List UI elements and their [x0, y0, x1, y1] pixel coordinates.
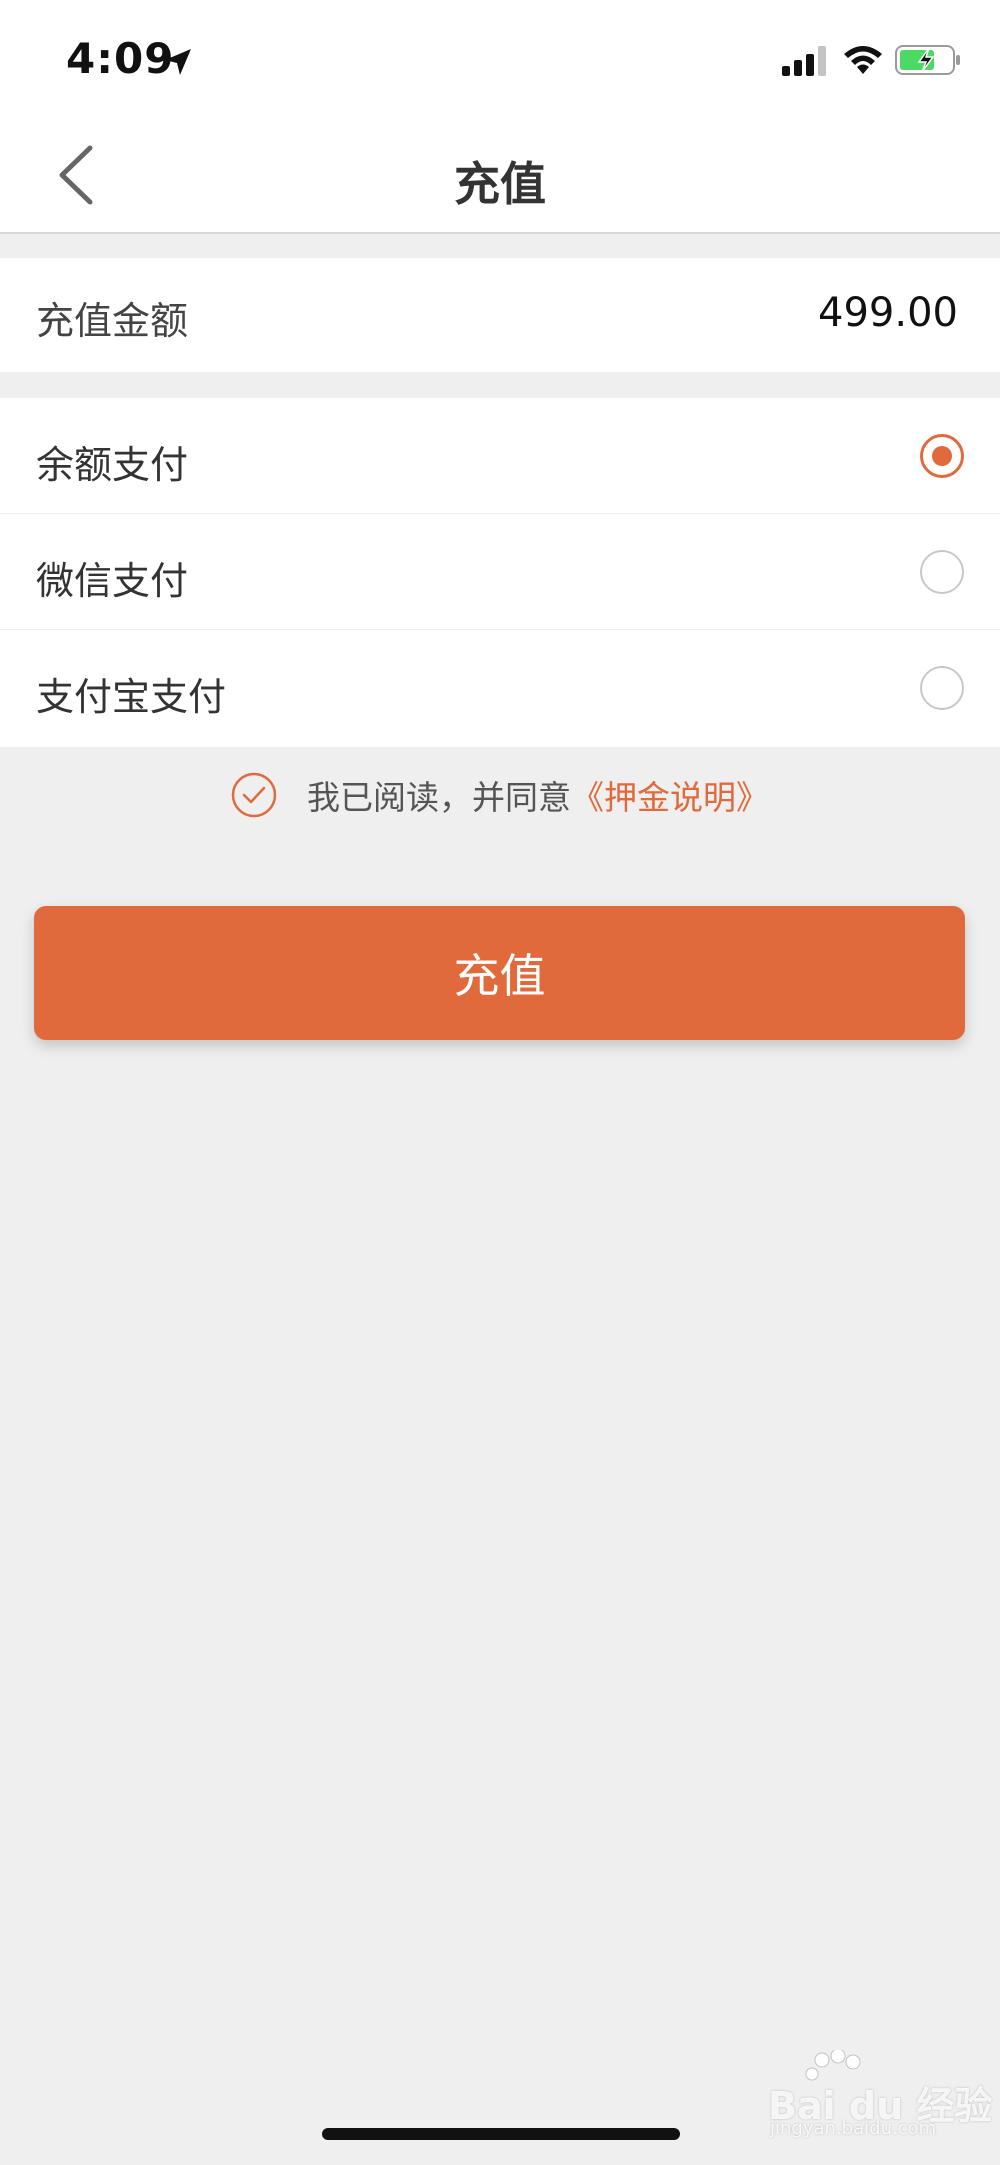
radio-checked-icon[interactable] [920, 434, 964, 478]
payment-option-label: 微信支付 [36, 559, 189, 603]
agreement-row: 我已阅读，并同意 《押金说明》 [0, 765, 1000, 825]
page-title: 充值 [454, 157, 546, 211]
signal-icon [782, 46, 826, 76]
deposit-terms-link[interactable]: 《押金说明》 [571, 771, 769, 819]
radio-unchecked-icon[interactable] [920, 666, 964, 710]
payment-option-wechat[interactable]: 微信支付 [0, 514, 1000, 630]
payment-option-alipay[interactable]: 支付宝支付 [0, 630, 1000, 747]
status-time: 4:09 [66, 34, 175, 83]
payment-option-label: 支付宝支付 [36, 675, 227, 719]
recharge-button[interactable]: 充值 [34, 906, 965, 1040]
header: 4:09 充值 [0, 0, 1000, 234]
payment-option-balance[interactable]: 余额支付 [0, 398, 1000, 514]
check-circle-icon[interactable] [231, 772, 277, 818]
location-arrow-icon [165, 49, 191, 75]
watermark-url: jingyan.baidu.com [770, 2118, 937, 2139]
home-indicator[interactable] [322, 2128, 680, 2140]
agreement-text: 我已阅读，并同意 [307, 778, 571, 817]
radio-unchecked-icon[interactable] [920, 550, 964, 594]
amount-row: 充值金额 499.00 [0, 258, 1000, 372]
payment-method-list: 余额支付 微信支付 支付宝支付 [0, 398, 1000, 747]
payment-option-label: 余额支付 [36, 443, 189, 487]
battery-charging-icon [895, 45, 960, 75]
wifi-icon [844, 46, 882, 74]
amount-value: 499.00 [818, 290, 958, 336]
amount-label: 充值金额 [36, 299, 189, 343]
